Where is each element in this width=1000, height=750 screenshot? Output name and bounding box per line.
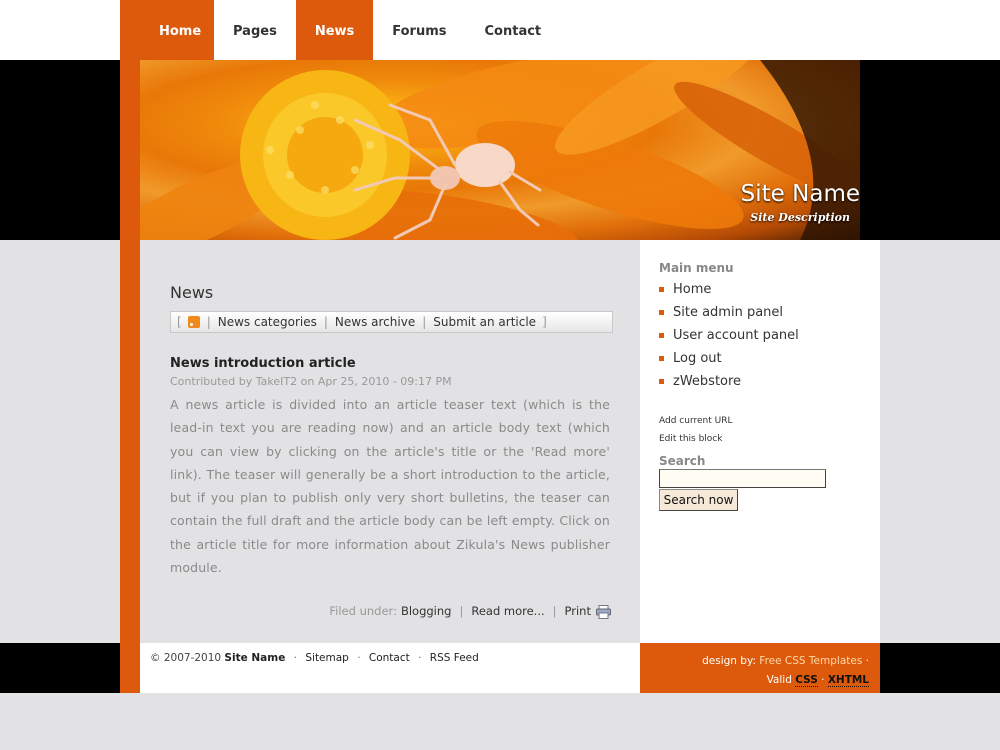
bullet-icon <box>659 287 664 292</box>
news-links-bar: [ | News categories | News archive | Sub… <box>170 311 613 333</box>
design-credit: design by: Free CSS Templates · <box>640 652 869 671</box>
news-categories-link[interactable]: News categories <box>218 315 317 329</box>
search-heading: Search <box>659 454 706 468</box>
page-title: News <box>170 283 214 302</box>
copyright-text: © 2007-2010 <box>150 652 222 664</box>
article-meta: Contributed by TakeIT2 on Apr 25, 2010 -… <box>170 375 452 388</box>
design-by-label: design by: <box>702 655 756 667</box>
dot-separator: · <box>821 674 828 686</box>
footer-left: © 2007-2010 Site Name · Sitemap · Contac… <box>140 643 640 693</box>
dot-separator: · <box>865 655 869 667</box>
bullet-icon <box>659 379 664 384</box>
article-body: A news article is divided into an articl… <box>170 397 610 576</box>
read-more-link[interactable]: Read more... <box>471 604 544 618</box>
nav-forums[interactable]: Forums <box>373 0 465 60</box>
print-link[interactable]: Print <box>565 604 591 618</box>
dot-separator: · <box>418 652 422 664</box>
main-menu: Home Site admin panel User account panel… <box>659 278 799 393</box>
header-accent-strip <box>120 60 140 240</box>
menu-item-label: Site admin panel <box>673 305 784 320</box>
separator: | <box>552 604 557 618</box>
footer-right: design by: Free CSS Templates · Valid CS… <box>640 643 880 693</box>
bullet-icon <box>659 310 664 315</box>
footer-contact-link[interactable]: Contact <box>369 652 410 664</box>
separator: | <box>422 315 427 329</box>
rss-feed-link[interactable]: RSS Feed <box>430 652 479 664</box>
sitemap-link[interactable]: Sitemap <box>305 652 349 664</box>
header-banner: Site Name Site Description <box>140 60 860 240</box>
add-current-url-link[interactable]: Add current URL <box>659 416 732 426</box>
printer-icon[interactable] <box>596 604 611 619</box>
main-nav: Pages News Forums Contact <box>214 0 560 60</box>
valid-label: Valid <box>766 674 792 686</box>
site-description: Site Description <box>750 211 850 224</box>
category-link[interactable]: Blogging <box>401 604 452 618</box>
rss-icon[interactable] <box>187 316 200 328</box>
validation-links: Valid CSS · XHTML <box>640 671 869 690</box>
nav-home[interactable]: Home <box>120 0 214 60</box>
menu-item-home[interactable]: Home <box>659 278 799 301</box>
bullet-icon <box>659 333 664 338</box>
open-bracket: [ <box>177 315 182 329</box>
footer-accent-strip <box>120 643 140 693</box>
nav-news[interactable]: News <box>295 0 374 60</box>
menu-item-label: zWebstore <box>673 374 742 389</box>
edit-block-link[interactable]: Edit this block <box>659 434 722 444</box>
nav-contact[interactable]: Contact <box>466 0 561 60</box>
menu-item-label: Log out <box>673 351 722 366</box>
filed-under-label: Filed under: <box>329 604 397 618</box>
separator: | <box>459 604 464 618</box>
menu-item-log-out[interactable]: Log out <box>659 347 799 370</box>
bullet-icon <box>659 356 664 361</box>
menu-item-user-account-panel[interactable]: User account panel <box>659 324 799 347</box>
close-bracket: ] <box>542 315 547 329</box>
main-content: News [ | News categories | News archive … <box>140 240 640 643</box>
dot-separator: · <box>357 652 361 664</box>
search-button[interactable]: Search now <box>659 489 738 511</box>
site-name[interactable]: Site Name <box>741 181 860 207</box>
footer-site-name[interactable]: Site Name <box>224 652 285 664</box>
nav-pages[interactable]: Pages <box>214 0 296 60</box>
valid-xhtml-link[interactable]: XHTML <box>827 674 869 687</box>
menu-item-site-admin-panel[interactable]: Site admin panel <box>659 301 799 324</box>
designer-link[interactable]: Free CSS Templates <box>759 655 862 667</box>
separator: | <box>323 315 328 329</box>
article-title[interactable]: News introduction article <box>170 356 356 371</box>
main-menu-heading: Main menu <box>659 261 734 275</box>
menu-item-label: Home <box>673 282 712 297</box>
search-input[interactable] <box>659 469 826 488</box>
valid-css-link[interactable]: CSS <box>795 674 818 687</box>
menu-item-label: User account panel <box>673 328 799 343</box>
article-footer: Filed under: Blogging | Read more... | P… <box>329 604 611 619</box>
menu-item-zwebstore[interactable]: zWebstore <box>659 370 799 393</box>
news-archive-link[interactable]: News archive <box>335 315 415 329</box>
submit-article-link[interactable]: Submit an article <box>433 315 536 329</box>
separator: | <box>206 315 211 329</box>
dot-separator: · <box>293 652 298 664</box>
sidebar: Main menu Home Site admin panel User acc… <box>640 240 880 643</box>
